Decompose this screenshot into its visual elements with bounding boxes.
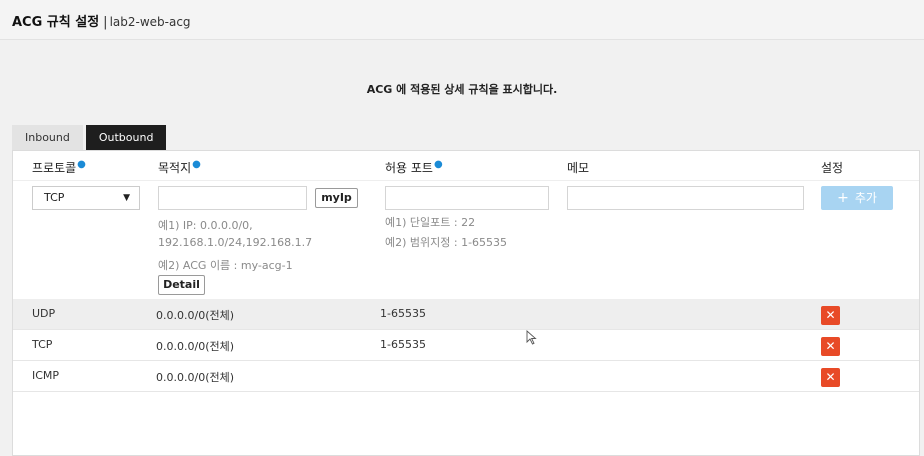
add-rule-label: 추가: [854, 191, 877, 205]
required-dot-icon: ●: [433, 159, 443, 170]
table-row: ICMP 0.0.0.0/0(전체) ✕: [13, 361, 919, 392]
memo-input[interactable]: [567, 186, 804, 210]
destination-hint-ip-1: 예1) IP: 0.0.0.0/0,: [158, 219, 253, 232]
add-rule-button[interactable]: + 추가: [821, 186, 893, 210]
rule-protocol: ICMP: [32, 369, 60, 382]
detail-button[interactable]: Detail: [158, 275, 205, 295]
header-divider: [13, 180, 919, 181]
table-row: UDP 0.0.0.0/0(전체) 1-65535 ✕: [13, 299, 919, 330]
rules-panel: 프로토콜● 목적지● 허용 포트● 메모 설정 TCP ▼ myIp + 추가 예…: [12, 150, 920, 456]
plus-icon: +: [837, 190, 849, 206]
table-row: TCP 0.0.0.0/0(전체) 1-65535 ✕: [13, 330, 919, 361]
tab-outbound[interactable]: Outbound: [85, 125, 167, 150]
rule-protocol: UDP: [32, 307, 56, 320]
port-input[interactable]: [385, 186, 549, 210]
column-header-port-label: 허용 포트: [385, 161, 433, 175]
column-header-port: 허용 포트●: [385, 159, 443, 176]
protocol-select-value: TCP: [44, 191, 65, 204]
rule-protocol: TCP: [32, 338, 53, 351]
port-hint-single: 예1) 단일포트 : 22: [385, 216, 476, 229]
close-icon: ✕: [825, 370, 836, 384]
required-dot-icon: ●: [77, 159, 86, 170]
protocol-select[interactable]: TCP ▼: [32, 186, 140, 210]
title-bar: ACG 규칙 설정 | lab2-web-acg: [0, 0, 924, 40]
rule-destination: 0.0.0.0/0(전체): [156, 371, 235, 384]
destination-hint-ip-2: 192.168.1.0/24,192.168.1.7: [158, 236, 313, 249]
close-icon: ✕: [825, 339, 836, 353]
rule-port: 1-65535: [380, 307, 426, 320]
destination-hint-acg: 예2) ACG 이름 : my-acg-1: [158, 259, 293, 272]
column-header-protocol-label: 프로토콜: [32, 161, 77, 175]
tab-inbound[interactable]: Inbound: [12, 125, 83, 150]
caret-down-icon: ▼: [123, 193, 130, 203]
column-header-memo: 메모: [567, 161, 590, 175]
tab-bar: Inbound Outbound: [12, 125, 167, 150]
delete-rule-button[interactable]: ✕: [821, 337, 840, 356]
column-header-destination: 목적지●: [158, 159, 201, 176]
dialog-title-text: ACG 규칙 설정: [12, 15, 100, 30]
myip-button[interactable]: myIp: [315, 188, 358, 208]
required-dot-icon: ●: [192, 159, 201, 170]
column-header-settings: 설정: [821, 161, 844, 175]
column-header-destination-label: 목적지: [158, 161, 192, 175]
port-hint-range: 예2) 범위지정 : 1-65535: [385, 236, 508, 249]
dialog-title: ACG 규칙 설정 | lab2-web-acg: [12, 11, 191, 30]
delete-rule-button[interactable]: ✕: [821, 368, 840, 387]
dialog-description: ACG 에 적용된 상세 규칙을 표시합니다.: [366, 83, 558, 96]
delete-rule-button[interactable]: ✕: [821, 306, 840, 325]
acg-name: lab2-web-acg: [109, 15, 191, 29]
rule-destination: 0.0.0.0/0(전체): [156, 340, 235, 353]
title-separator: |: [103, 15, 108, 30]
mouse-cursor-icon: [526, 330, 537, 345]
column-header-protocol: 프로토콜●: [32, 159, 86, 176]
close-icon: ✕: [825, 308, 836, 322]
rule-destination: 0.0.0.0/0(전체): [156, 309, 235, 322]
destination-input[interactable]: [158, 186, 307, 210]
rule-port: 1-65535: [380, 338, 426, 351]
